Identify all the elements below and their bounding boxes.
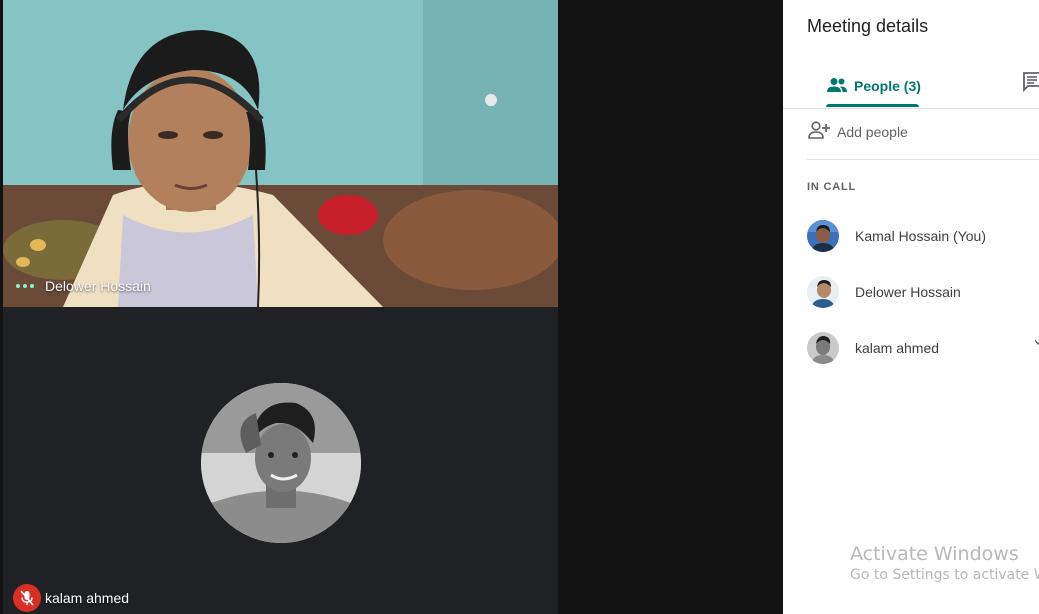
active-tab-indicator [826,104,919,107]
participant-row[interactable]: Kamal Hossain (You) [807,219,986,253]
tile-participant-name: kalam ahmed [45,590,130,606]
add-people-divider [807,159,1039,160]
meeting-details-panel: Meeting details People (3) Add people IN… [783,0,1039,614]
windows-activation-watermark: Activate Windows Go to Settings to activ… [850,543,1039,583]
in-call-heading: IN CALL [807,181,856,193]
panel-title: Meeting details [807,16,929,36]
people-icon [826,77,848,96]
tab-chat[interactable] [1023,72,1039,97]
participant-name: kalam ahmed [855,340,940,356]
participant-row[interactable]: Delower Hossain [807,275,961,309]
participant-row[interactable]: kalam ahmed [807,331,939,365]
add-people-button[interactable]: Add people [807,121,908,142]
tab-people-label: People (3) [854,78,921,94]
avatar [807,220,839,252]
watermark-subtitle: Go to Settings to activate Wi [850,567,1039,583]
tab-people[interactable]: People (3) [826,64,921,108]
avatar-tile-kalam[interactable]: kalam ahmed [3,307,558,614]
avatar [807,332,839,364]
chat-icon [1023,72,1039,96]
chevron-down-icon[interactable] [1034,336,1039,350]
participant-name: Kamal Hossain (You) [855,228,986,244]
tile-participant-name: Delower Hossain [45,278,151,294]
speaking-indicator-icon [16,284,34,288]
participant-avatar [201,383,361,543]
add-person-icon [807,121,831,142]
add-people-label: Add people [837,123,908,140]
watermark-title: Activate Windows [850,543,1019,565]
tabs-divider [783,108,1039,109]
avatar [807,276,839,308]
mic-muted-icon [13,584,41,612]
meeting-stage: Delower Hossain kalam ahmed [0,0,783,614]
video-tile-delower[interactable]: Delower Hossain [3,0,558,307]
participant-name: Delower Hossain [855,284,961,300]
participant-video-frame [3,0,558,307]
